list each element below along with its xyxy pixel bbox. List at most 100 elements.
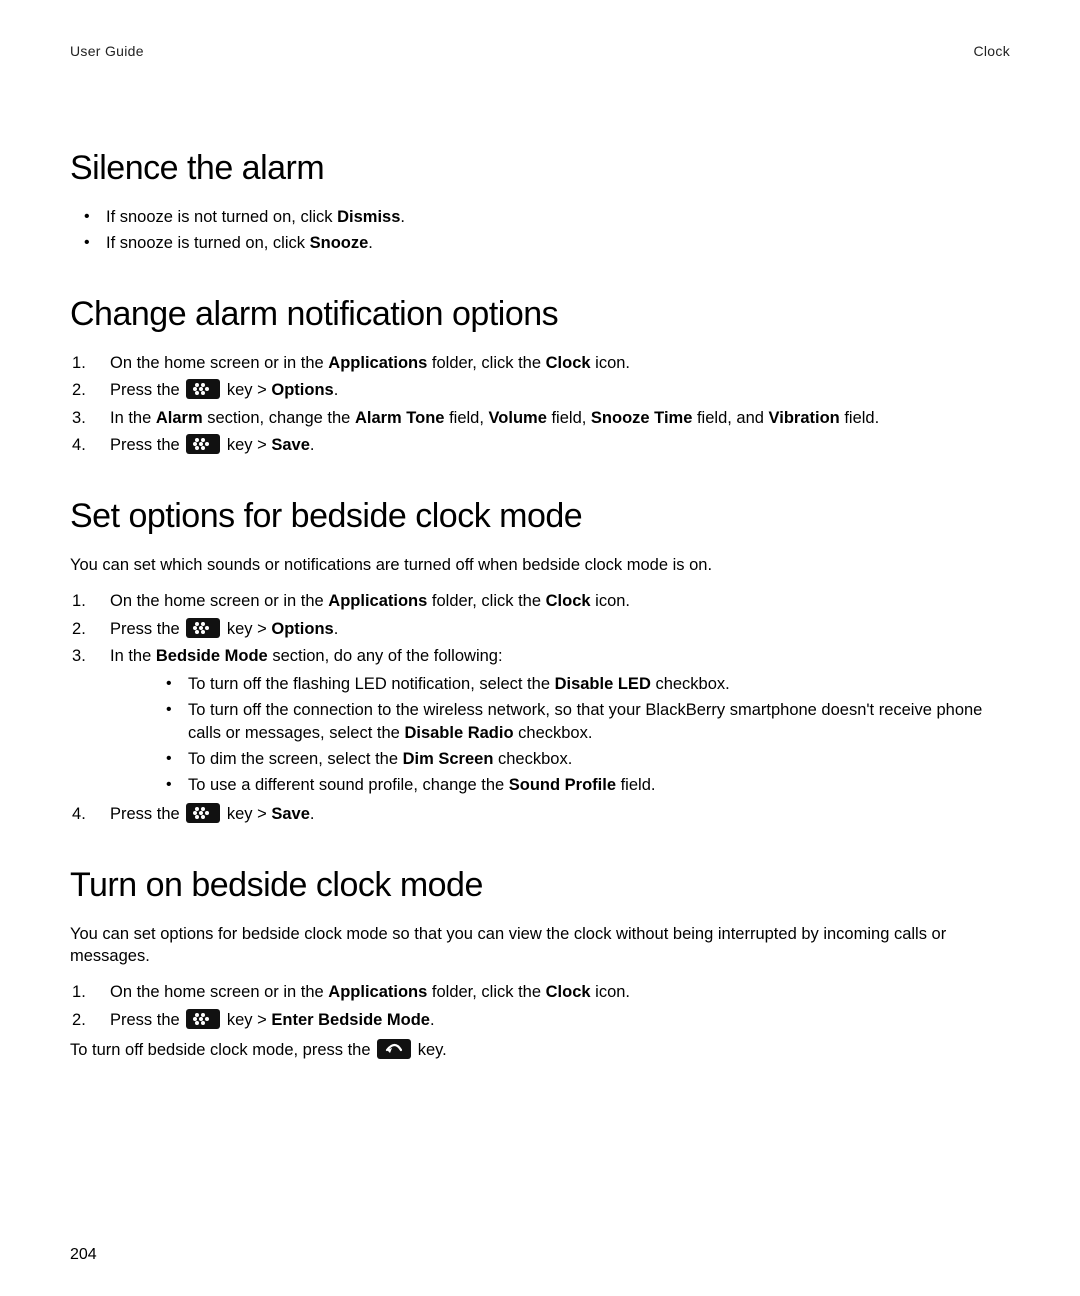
text: To turn off the flashing LED notificatio…	[188, 675, 555, 693]
text: To turn off bedside clock mode, press th…	[70, 1041, 375, 1059]
text: On the home screen or in the	[110, 983, 328, 1001]
heading-bedside-on: Turn on bedside clock mode	[70, 863, 1010, 909]
bold: Applications	[328, 983, 427, 1001]
bold: Clock	[546, 592, 591, 610]
bold: Applications	[328, 354, 427, 372]
text: key.	[413, 1041, 447, 1059]
text: key >	[222, 805, 271, 823]
text: icon.	[591, 592, 630, 610]
bold: Disable Radio	[404, 724, 513, 742]
bold: Alarm Tone	[355, 409, 445, 427]
bold: Bedside Mode	[156, 647, 268, 665]
text: checkbox.	[651, 675, 730, 693]
bold: Volume	[489, 409, 547, 427]
bold: Snooze	[310, 234, 369, 252]
text: To dim the screen, select the	[188, 750, 403, 768]
text: key >	[222, 1011, 271, 1029]
text: .	[334, 381, 339, 399]
menu-key-icon	[186, 1009, 220, 1029]
list-item: To turn off the flashing LED notificatio…	[166, 673, 1010, 695]
bedside-on-desc: You can set options for bedside clock mo…	[70, 923, 1010, 968]
bold: Clock	[546, 354, 591, 372]
text: checkbox.	[493, 750, 572, 768]
silence-bullets: If snooze is not turned on, click Dismis…	[70, 206, 1010, 255]
heading-bedside-options: Set options for bedside clock mode	[70, 494, 1010, 540]
text: In the	[110, 647, 156, 665]
bold: Disable LED	[555, 675, 651, 693]
menu-key-icon	[186, 379, 220, 399]
list-item: Press the key > Save.	[70, 803, 1010, 825]
bold: Save	[271, 805, 310, 823]
text: Press the	[110, 381, 184, 399]
list-item: Press the key > Save.	[70, 434, 1010, 456]
bold: Options	[271, 620, 333, 638]
list-item: If snooze is not turned on, click Dismis…	[84, 206, 1010, 228]
bedside-off-note: To turn off bedside clock mode, press th…	[70, 1039, 1010, 1061]
list-item: To dim the screen, select the Dim Screen…	[166, 748, 1010, 770]
change-steps: On the home screen or in the Application…	[70, 352, 1010, 456]
list-item: Press the key > Enter Bedside Mode.	[70, 1009, 1010, 1031]
bold: Alarm	[156, 409, 203, 427]
text: If snooze is not turned on, click	[106, 208, 337, 226]
page-number: 204	[70, 1244, 97, 1266]
text: checkbox.	[514, 724, 593, 742]
menu-key-icon	[186, 803, 220, 823]
bold: Applications	[328, 592, 427, 610]
list-item: If snooze is turned on, click Snooze.	[84, 232, 1010, 254]
text: folder, click the	[427, 354, 545, 372]
text: On the home screen or in the	[110, 592, 328, 610]
text: .	[368, 234, 373, 252]
bold: Options	[271, 381, 333, 399]
text: .	[400, 208, 405, 226]
text: Press the	[110, 620, 184, 638]
bold: Dim Screen	[403, 750, 494, 768]
text: icon.	[591, 354, 630, 372]
text: section, change the	[203, 409, 355, 427]
list-item: On the home screen or in the Application…	[70, 352, 1010, 374]
text: field,	[444, 409, 488, 427]
text: To use a different sound profile, change…	[188, 776, 509, 794]
bedside-options-steps: On the home screen or in the Application…	[70, 590, 1010, 824]
list-item: On the home screen or in the Application…	[70, 981, 1010, 1003]
text: key >	[222, 436, 271, 454]
text: key >	[222, 620, 271, 638]
text: .	[334, 620, 339, 638]
text: Press the	[110, 436, 184, 454]
bold: Dismiss	[337, 208, 400, 226]
list-item: To use a different sound profile, change…	[166, 774, 1010, 796]
text: On the home screen or in the	[110, 354, 328, 372]
bedside-options-desc: You can set which sounds or notification…	[70, 554, 1010, 576]
page-header: User Guide Clock	[70, 42, 1010, 61]
text: field.	[616, 776, 655, 794]
bold: Snooze Time	[591, 409, 692, 427]
list-item: On the home screen or in the Application…	[70, 590, 1010, 612]
text: Press the	[110, 805, 184, 823]
bold: Sound Profile	[509, 776, 616, 794]
heading-change-options: Change alarm notification options	[70, 292, 1010, 338]
bold: Enter Bedside Mode	[271, 1011, 430, 1029]
text: folder, click the	[427, 592, 545, 610]
list-item: In the Bedside Mode section, do any of t…	[70, 645, 1010, 797]
menu-key-icon	[186, 434, 220, 454]
text: icon.	[591, 983, 630, 1001]
text: Press the	[110, 1011, 184, 1029]
bedside-on-steps: On the home screen or in the Application…	[70, 981, 1010, 1031]
text: field.	[840, 409, 879, 427]
header-left: User Guide	[70, 42, 144, 61]
text: field, and	[692, 409, 768, 427]
text: .	[310, 805, 315, 823]
list-item: Press the key > Options.	[70, 379, 1010, 401]
text: key >	[222, 381, 271, 399]
list-item: Press the key > Options.	[70, 618, 1010, 640]
bedside-sub-options: To turn off the flashing LED notificatio…	[152, 673, 1010, 796]
heading-silence: Silence the alarm	[70, 146, 1010, 192]
text: field,	[547, 409, 591, 427]
bold: Save	[271, 436, 310, 454]
text: If snooze is turned on, click	[106, 234, 310, 252]
list-item: To turn off the connection to the wirele…	[166, 699, 1010, 744]
text: .	[430, 1011, 435, 1029]
bold: Clock	[546, 983, 591, 1001]
page: User Guide Clock Silence the alarm If sn…	[0, 0, 1080, 1296]
bold: Vibration	[769, 409, 840, 427]
text: section, do any of the following:	[268, 647, 503, 665]
